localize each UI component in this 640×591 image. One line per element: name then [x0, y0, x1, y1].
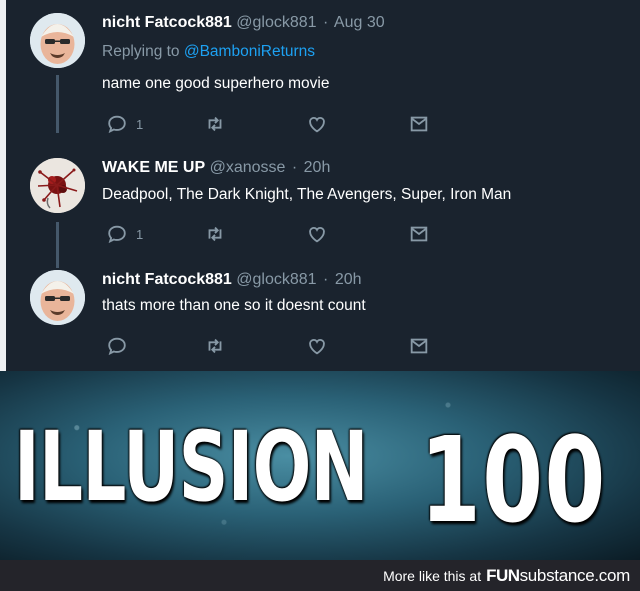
retweet-button[interactable] [204, 222, 226, 246]
meme-image: nicht Fatcock881 @glock881 · Aug 30 Repl… [0, 0, 640, 591]
display-name[interactable]: WAKE ME UP [102, 159, 205, 176]
display-name[interactable]: nicht Fatcock881 [102, 271, 232, 288]
handle[interactable]: @xanosse [210, 159, 286, 176]
display-name[interactable]: nicht Fatcock881 [102, 14, 232, 31]
tweet-text: name one good superhero movie [102, 75, 330, 92]
retweet-icon [208, 226, 222, 242]
timestamp[interactable]: 20h [335, 271, 362, 288]
like-button[interactable] [306, 334, 328, 358]
tweet-header: WAKE ME UP @xanosse · 20h [102, 159, 330, 177]
separator: · [323, 14, 329, 31]
handle[interactable]: @glock881 [236, 14, 316, 31]
tweet-header: nicht Fatcock881 @glock881 · Aug 30 [102, 14, 385, 32]
retweet-icon [208, 338, 222, 354]
dm-button[interactable] [408, 222, 430, 246]
reply-icon [108, 225, 126, 244]
reply-button[interactable] [106, 334, 136, 358]
tweet-text: Deadpool, The Dark Knight, The Avengers,… [102, 186, 512, 203]
reply-count: 1 [136, 226, 144, 242]
timestamp[interactable]: Aug 30 [334, 14, 385, 31]
retweet-icon [208, 116, 222, 132]
tweet-actions: 1 [102, 112, 442, 136]
tweet-header: nicht Fatcock881 @glock881 · 20h [102, 271, 362, 289]
reply-icon [108, 115, 126, 134]
dm-icon [410, 116, 428, 132]
dm-button[interactable] [408, 334, 430, 358]
tweet-actions: 1 [102, 222, 442, 246]
replying-to: Replying to @BamboniReturns [102, 43, 315, 61]
edge-strip [0, 0, 6, 371]
thread-connector [56, 222, 59, 268]
footer-brand-rest[interactable]: substance.com [520, 566, 631, 586]
handle[interactable]: @glock881 [236, 271, 316, 288]
banner-word: ILLUSION [14, 411, 369, 523]
footer-more-text: More like this at [383, 567, 482, 584]
bald-man-avatar-icon[interactable] [30, 270, 85, 325]
like-button[interactable] [306, 112, 328, 136]
bald-man-avatar-icon[interactable] [30, 13, 85, 68]
reply-icon [108, 337, 126, 356]
dm-button[interactable] [408, 112, 430, 136]
separator: · [291, 159, 298, 176]
like-icon [309, 116, 325, 133]
mention-link[interactable]: @BamboniReturns [184, 43, 315, 60]
banner-number: 100 [420, 411, 607, 549]
thread-connector [56, 75, 59, 133]
retweet-button[interactable] [204, 112, 226, 136]
retweet-button[interactable] [204, 334, 226, 358]
timestamp[interactable]: 20h [304, 159, 331, 176]
dm-icon [410, 338, 428, 354]
splatter-avatar-icon[interactable] [30, 158, 85, 213]
tweet-actions [102, 334, 442, 358]
footer-brand-bold[interactable]: FUN [486, 566, 520, 586]
illusion-banner: ILLUSION 100 [0, 371, 640, 560]
like-icon [309, 226, 325, 243]
reply-button[interactable]: 1 [106, 112, 143, 136]
replying-prefix: Replying to [102, 43, 180, 60]
reply-button[interactable]: 1 [106, 222, 143, 246]
watermark-footer: More like this at FUN substance.com [0, 560, 640, 591]
like-icon [309, 338, 325, 355]
separator: · [323, 271, 329, 288]
tweet-text: thats more than one so it doesnt count [102, 297, 366, 314]
reply-count: 1 [136, 116, 144, 132]
banner-caption: ILLUSION 100 [8, 411, 632, 549]
like-button[interactable] [306, 222, 328, 246]
dm-icon [410, 226, 428, 242]
tweet-thread: nicht Fatcock881 @glock881 · Aug 30 Repl… [0, 0, 640, 371]
